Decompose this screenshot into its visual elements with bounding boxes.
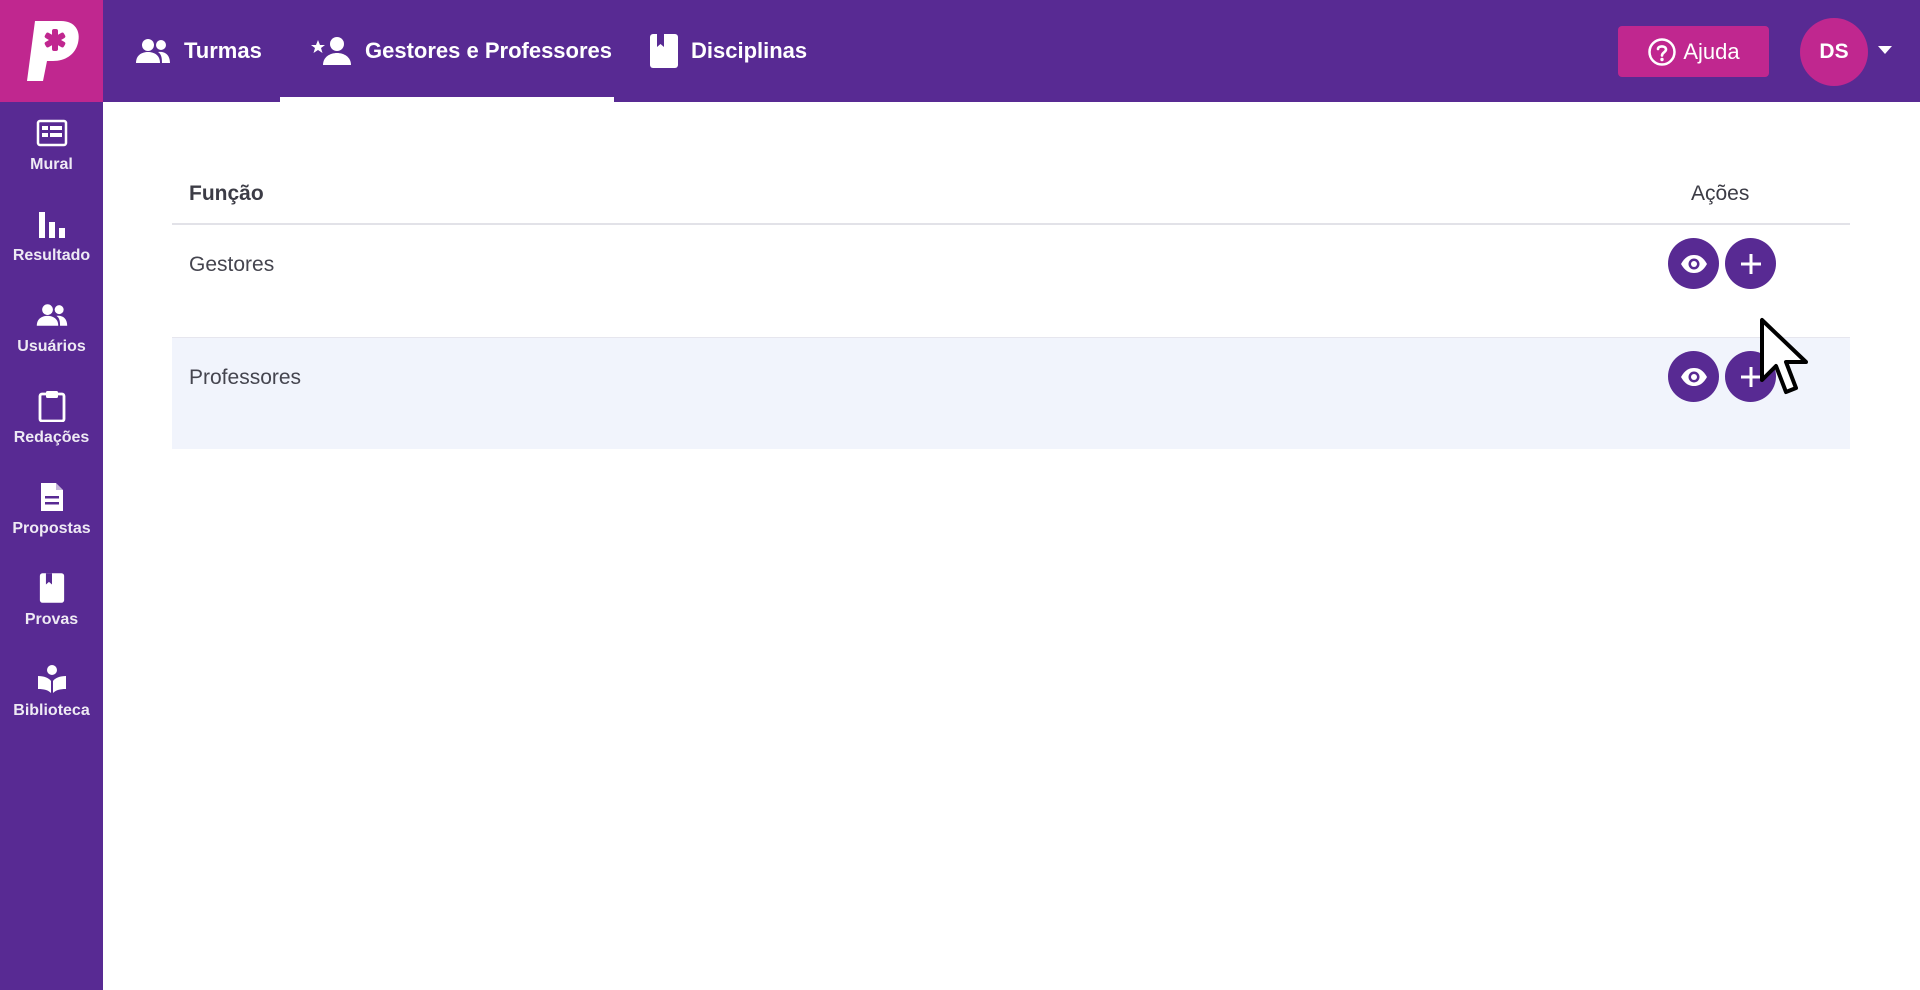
book-icon [39, 571, 65, 605]
sidebar-item-label: Mural [30, 156, 73, 173]
book-icon [649, 33, 679, 69]
table-header: Função Ações [172, 165, 1850, 225]
help-label: Ajuda [1683, 38, 1740, 64]
sidebar-item-usuarios[interactable]: Usuários [0, 284, 103, 370]
role-name: Professores [189, 366, 302, 389]
tab-turmas[interactable]: Turmas [103, 0, 280, 102]
bar-chart-icon [36, 207, 68, 241]
help-circle-icon [1647, 37, 1677, 67]
sidebar-item-label: Provas [24, 611, 79, 628]
top-bar: Turmas Gestores e Professores Disciplina… [0, 0, 1920, 102]
view-button[interactable] [1668, 351, 1719, 402]
tab-label: Disciplinas [691, 38, 808, 63]
eye-icon [1680, 254, 1707, 273]
role-name: Gestores [189, 253, 275, 276]
user-star-icon [311, 36, 353, 66]
sidebar-item-mural[interactable]: Mural [0, 102, 103, 188]
column-header-funcao: Função [189, 182, 264, 205]
top-tabs: Turmas Gestores e Professores Disciplina… [103, 0, 807, 102]
sidebar-item-biblioteca[interactable]: Biblioteca [0, 648, 103, 734]
table-row: Professores [172, 338, 1850, 449]
view-button[interactable] [1668, 238, 1719, 289]
plus-icon [1740, 253, 1761, 274]
logo-p-icon [26, 21, 79, 81]
help-button[interactable]: Ajuda [1618, 26, 1769, 77]
sidebar-item-label: Resultado [12, 247, 91, 264]
sidebar: Mural Resultado Usuários Redações Propos… [0, 102, 103, 990]
tab-label: Gestores e Professores [365, 38, 613, 63]
sidebar-item-resultado[interactable]: Resultado [0, 193, 103, 279]
sidebar-item-label: Biblioteca [13, 702, 90, 719]
sidebar-item-redacoes[interactable]: Redações [0, 375, 103, 461]
board-icon [36, 116, 68, 150]
sidebar-item-label: Propostas [12, 520, 91, 537]
document-icon [39, 480, 65, 514]
table-row: Gestores [172, 225, 1850, 338]
roles-table: Função Ações Gestores Professores [172, 165, 1850, 449]
chevron-down-icon[interactable] [1878, 46, 1892, 54]
clipboard-icon [38, 389, 66, 423]
mouse-cursor-icon [1758, 316, 1814, 403]
tab-gestores-e-professores[interactable]: Gestores e Professores [280, 0, 614, 102]
app-logo[interactable] [0, 0, 103, 102]
sidebar-item-provas[interactable]: Provas [0, 557, 103, 643]
tab-disciplinas[interactable]: Disciplinas [614, 0, 807, 102]
sidebar-item-label: Usuários [17, 338, 86, 355]
users-icon [134, 37, 172, 65]
user-avatar[interactable]: DS [1800, 18, 1868, 86]
sidebar-item-propostas[interactable]: Propostas [0, 466, 103, 552]
add-button[interactable] [1725, 238, 1776, 289]
tab-label: Turmas [184, 38, 262, 63]
column-header-acoes: Ações [1691, 182, 1750, 205]
reader-icon [36, 662, 68, 696]
users-icon [35, 298, 69, 332]
eye-icon [1680, 367, 1707, 386]
sidebar-item-label: Redações [13, 429, 90, 446]
